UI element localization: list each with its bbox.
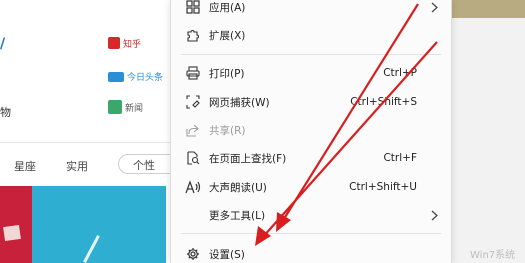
menu-item-find-on-page[interactable]: 在页面上查找(F) Ctrl+F [171, 145, 451, 171]
news-card-image[interactable] [32, 186, 166, 263]
printer-icon [185, 65, 201, 81]
page-right-column [452, 18, 525, 263]
menu-item-shortcut: Ctrl+P [383, 67, 417, 79]
menu-item-print[interactable]: 打印(P) Ctrl+P [171, 60, 451, 86]
menu-item-label: 大声朗读(U) [209, 181, 267, 194]
menu-item-label: 共享(R) [209, 124, 246, 137]
web-capture-icon [185, 94, 201, 110]
menu-item-web-capture[interactable]: 网页捕获(W) Ctrl+Shift+S [171, 89, 451, 115]
menu-item-extensions[interactable]: 扩展(X) [171, 22, 451, 48]
site-logo-fragment[interactable]: / [0, 36, 5, 52]
toutiao-logo-icon [108, 71, 124, 82]
menu-item-label: 更多工具(L) [209, 209, 266, 222]
menu-item-label: 应用(A) [209, 1, 246, 14]
watermark: Win7系统 [470, 250, 516, 261]
site-name-fragment[interactable]: 物 [0, 104, 11, 120]
site-shortcut-news[interactable]: 新闻 [108, 100, 143, 114]
menu-item-more-tools[interactable]: 更多工具(L) [171, 202, 451, 228]
menu-item-label: 设置(S) [209, 248, 245, 261]
share-icon [185, 122, 201, 138]
menu-item-shortcut: Ctrl+Shift+S [350, 96, 417, 108]
site-shortcut-label: 知乎 [123, 39, 142, 50]
menu-item-apps[interactable]: 应用(A) [171, 0, 451, 20]
menu-item-settings[interactable]: 设置(S) [171, 241, 451, 263]
page-banner-strip [452, 0, 525, 18]
browser-settings-menu: 应用(A) 扩展(X) 打印(P) Ctrl+P 网页捕获(W) Ctrl+Sh… [170, 0, 452, 263]
menu-item-label: 扩展(X) [209, 29, 246, 42]
menu-item-share[interactable]: 共享(R) [171, 117, 451, 143]
find-icon [185, 150, 201, 166]
menu-item-label: 在页面上查找(F) [209, 152, 287, 165]
zhihu-logo-icon [108, 37, 120, 49]
site-shortcut-toutiao[interactable]: 今日头条 [108, 70, 163, 83]
page-divider [0, 142, 180, 143]
news-logo-icon [108, 100, 122, 114]
feed-tab-horoscope[interactable]: 星座 [14, 158, 36, 174]
menu-separator [181, 233, 441, 234]
news-card-image[interactable] [0, 186, 32, 263]
read-aloud-icon [185, 179, 201, 195]
gear-icon [185, 246, 201, 262]
puzzle-icon [185, 27, 201, 43]
menu-item-read-aloud[interactable]: 大声朗读(U) Ctrl+Shift+U [171, 174, 451, 200]
menu-item-label: 打印(P) [209, 67, 245, 80]
chevron-right-icon [429, 0, 439, 14]
menu-item-shortcut: Ctrl+F [383, 152, 417, 164]
site-shortcut-zhihu[interactable]: 知乎 [108, 36, 158, 50]
site-shortcut-label: 新闻 [125, 103, 144, 114]
feed-tab-practical[interactable]: 实用 [66, 158, 88, 174]
menu-separator [181, 54, 441, 55]
apps-icon [185, 0, 201, 15]
site-shortcut-label: 今日头条 [127, 73, 164, 83]
menu-item-label: 网页捕获(W) [209, 96, 270, 109]
menu-item-shortcut: Ctrl+Shift+U [349, 181, 417, 193]
chevron-right-icon [429, 208, 439, 222]
